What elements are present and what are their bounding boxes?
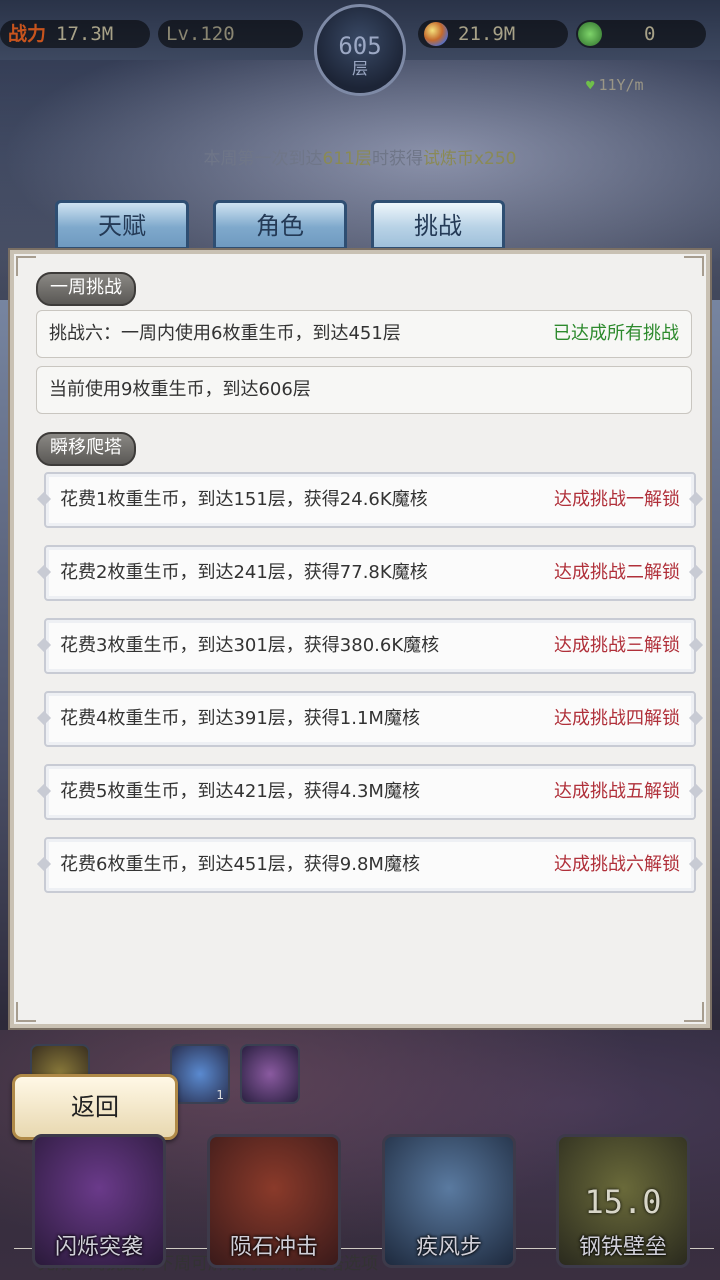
teleport-option-lock: 达成挑战四解锁 bbox=[554, 708, 680, 729]
notice-prefix: 本周第一次到达 bbox=[203, 149, 323, 169]
teleport-option-3[interactable]: 花费3枚重生币，到达301层，获得380.6K魔核 达成挑战三解锁 bbox=[44, 618, 696, 674]
exp-rate: ♥ 11Y/m bbox=[586, 76, 644, 94]
skill-name: 疾风步 bbox=[415, 1235, 482, 1260]
notice-floor: 611层 bbox=[322, 149, 372, 169]
challenge-panel: 一周挑战 挑战六：一周内使用6枚重生币，到达451层 已达成所有挑战 当前使用9… bbox=[10, 250, 714, 1274]
teleport-option-desc: 花费5枚重生币，到达421层，获得4.3M魔核 bbox=[60, 781, 420, 802]
teleport-option-lock: 达成挑战三解锁 bbox=[554, 635, 680, 656]
gem-display[interactable]: 0 bbox=[576, 20, 706, 48]
panel-corner-decoration bbox=[684, 256, 704, 276]
weekly-challenge-title: 一周挑战 bbox=[36, 272, 136, 306]
teleport-option-lock: 达成挑战二解锁 bbox=[554, 562, 680, 583]
teleport-option-desc: 花费3枚重生币，到达301层，获得380.6K魔核 bbox=[60, 635, 440, 656]
teleport-option-desc: 花费4枚重生币，到达391层，获得1.1M魔核 bbox=[60, 708, 420, 729]
teleport-option-lock: 达成挑战五解锁 bbox=[554, 781, 680, 802]
octopus-buff-icon[interactable] bbox=[240, 1044, 300, 1104]
power-label: 战力 bbox=[8, 23, 47, 45]
teleport-option-desc: 花费6枚重生币，到达451层，获得9.8M魔核 bbox=[60, 854, 420, 875]
weekly-reward-notice: 本周第一次到达611层时获得试炼币x250 bbox=[0, 144, 720, 169]
teleport-option-lock: 达成挑战一解锁 bbox=[554, 489, 680, 510]
magic-core-icon bbox=[424, 22, 448, 46]
skill-iron-bulwark[interactable]: 15.0 钢铁壁垒 bbox=[556, 1134, 690, 1268]
skill-name: 钢铁壁垒 bbox=[578, 1235, 667, 1260]
floor-badge: 605 层 bbox=[314, 4, 406, 96]
buff-icon[interactable]: 1 bbox=[170, 1044, 230, 1104]
skill-flash-raid[interactable]: 闪烁突袭 bbox=[32, 1134, 166, 1268]
panel-corner-decoration bbox=[16, 256, 36, 276]
teleport-option-desc: 花费1枚重生币，到达151层，获得24.6K魔核 bbox=[60, 489, 428, 510]
teleport-option-1[interactable]: 花费1枚重生币，到达151层，获得24.6K魔核 达成挑战一解锁 bbox=[44, 472, 696, 528]
gem-icon bbox=[578, 22, 602, 46]
level-display: Lv.120 bbox=[158, 20, 303, 48]
magic-core-display: 21.9M bbox=[418, 20, 568, 48]
skill-name: 陨石冲击 bbox=[229, 1235, 318, 1260]
top-status-bar: 战力 17.3M Lv.120 605 层 21.9M 0 bbox=[0, 0, 720, 96]
teleport-option-5[interactable]: 花费5枚重生币，到达421层，获得4.3M魔核 达成挑战五解锁 bbox=[44, 764, 696, 820]
teleport-climb-title: 瞬移爬塔 bbox=[36, 432, 136, 466]
notice-reward: 试炼币x250 bbox=[422, 149, 517, 169]
magic-core-value: 21.9M bbox=[458, 23, 516, 45]
skill-meteor-strike[interactable]: 陨石冲击 bbox=[207, 1134, 341, 1268]
skill-gale-step[interactable]: 疾风步 bbox=[382, 1134, 516, 1268]
buff-count: 1 bbox=[216, 1088, 224, 1102]
tab-challenge[interactable]: 挑战 bbox=[371, 200, 505, 250]
current-usage-text: 当前使用9枚重生币，到达606层 bbox=[49, 379, 311, 400]
current-usage-box: 当前使用9枚重生币，到达606层 bbox=[36, 366, 692, 414]
gem-value: 0 bbox=[644, 23, 656, 45]
exp-heart-icon: ♥ bbox=[586, 78, 595, 94]
power-display: 战力 17.3M bbox=[0, 20, 150, 48]
teleport-option-2[interactable]: 花费2枚重生币，到达241层，获得77.8K魔核 达成挑战二解锁 bbox=[44, 545, 696, 601]
floor-unit: 层 bbox=[351, 59, 368, 78]
teleport-option-4[interactable]: 花费4枚重生币，到达391层，获得1.1M魔核 达成挑战四解锁 bbox=[44, 691, 696, 747]
weekly-challenge-box: 挑战六：一周内使用6枚重生币，到达451层 已达成所有挑战 bbox=[36, 310, 692, 358]
exp-rate-value: 11Y/m bbox=[598, 76, 644, 94]
panel-corner-decoration bbox=[16, 1002, 36, 1022]
weekly-challenge-status: 已达成所有挑战 bbox=[553, 323, 679, 344]
level-value: Lv.120 bbox=[166, 23, 235, 45]
floor-number: 605 bbox=[338, 32, 382, 60]
skill-name: 闪烁突袭 bbox=[54, 1235, 143, 1260]
teleport-option-6[interactable]: 花费6枚重生币，到达451层，获得9.8M魔核 达成挑战六解锁 bbox=[44, 837, 696, 893]
power-value: 17.3M bbox=[56, 23, 114, 45]
panel-corner-decoration bbox=[684, 1002, 704, 1022]
notice-middle: 时获得 bbox=[371, 149, 423, 169]
weekly-challenge-desc: 挑战六：一周内使用6枚重生币，到达451层 bbox=[49, 323, 401, 344]
back-button[interactable]: 返回 bbox=[12, 1074, 178, 1140]
teleport-option-desc: 花费2枚重生币，到达241层，获得77.8K魔核 bbox=[60, 562, 428, 583]
skill-cooldown: 15.0 bbox=[584, 1183, 662, 1221]
teleport-option-lock: 达成挑战六解锁 bbox=[554, 854, 680, 875]
tab-talent[interactable]: 天赋 bbox=[55, 200, 189, 250]
tab-character[interactable]: 角色 bbox=[213, 200, 347, 250]
